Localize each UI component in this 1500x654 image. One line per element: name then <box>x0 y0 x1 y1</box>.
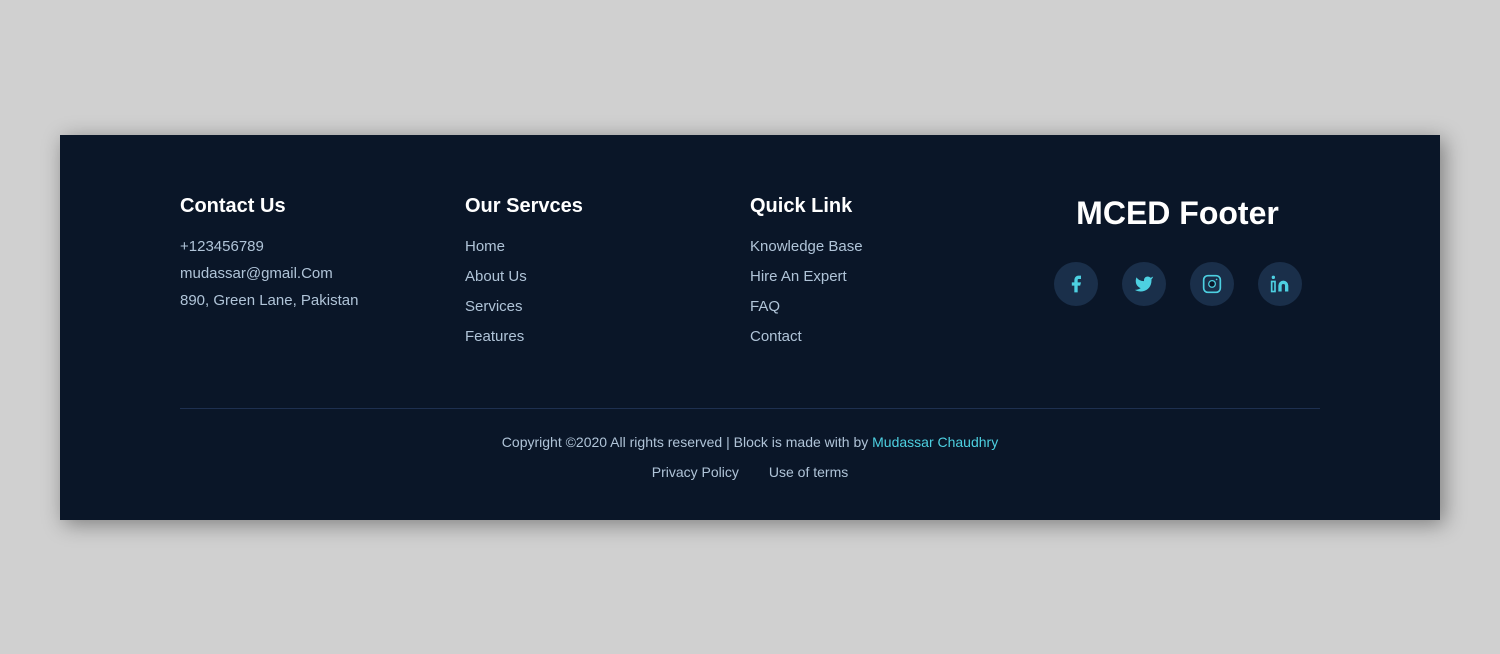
quicklink-hire-expert[interactable]: Hire An Expert <box>750 268 847 285</box>
list-item: Home <box>465 238 750 256</box>
use-of-terms-link[interactable]: Use of terms <box>769 464 848 480</box>
list-item: About Us <box>465 268 750 286</box>
social-icons-group <box>1054 262 1302 306</box>
copyright-text: Copyright ©2020 All rights reserved | Bl… <box>180 434 1320 450</box>
services-heading: Our Servces <box>465 195 750 218</box>
services-list: Home About Us Services Features <box>465 238 750 346</box>
instagram-icon[interactable] <box>1190 262 1234 306</box>
privacy-policy-link[interactable]: Privacy Policy <box>652 464 739 480</box>
quicklink-contact[interactable]: Contact <box>750 328 802 345</box>
brand-title: MCED Footer <box>1076 195 1279 232</box>
footer-bottom-section: Copyright ©2020 All rights reserved | Bl… <box>180 408 1320 480</box>
contact-email: mudassar@gmail.Com <box>180 265 465 282</box>
services-link-services[interactable]: Services <box>465 298 523 315</box>
brand-column: MCED Footer <box>1035 195 1320 306</box>
contact-phone: +123456789 <box>180 238 465 255</box>
facebook-icon[interactable] <box>1054 262 1098 306</box>
footer-top-section: Contact Us +123456789 mudassar@gmail.Com… <box>180 195 1320 358</box>
author-link[interactable]: Mudassar Chaudhry <box>872 434 998 450</box>
footer-wrapper: Contact Us +123456789 mudassar@gmail.Com… <box>60 135 1440 520</box>
services-link-home[interactable]: Home <box>465 238 505 255</box>
quicklink-list: Knowledge Base Hire An Expert FAQ Contac… <box>750 238 1035 346</box>
list-item: Knowledge Base <box>750 238 1035 256</box>
contact-heading: Contact Us <box>180 195 465 218</box>
contact-address: 890, Green Lane, Pakistan <box>180 292 465 309</box>
quicklink-heading: Quick Link <box>750 195 1035 218</box>
list-item: Features <box>465 328 750 346</box>
list-item: Services <box>465 298 750 316</box>
services-column: Our Servces Home About Us Services Featu… <box>465 195 750 358</box>
twitter-icon[interactable] <box>1122 262 1166 306</box>
quicklink-knowledge-base[interactable]: Knowledge Base <box>750 238 863 255</box>
footer-links-group: Privacy Policy Use of terms <box>180 464 1320 480</box>
list-item: Contact <box>750 328 1035 346</box>
linkedin-icon[interactable] <box>1258 262 1302 306</box>
quicklink-faq[interactable]: FAQ <box>750 298 780 315</box>
quicklink-column: Quick Link Knowledge Base Hire An Expert… <box>750 195 1035 358</box>
list-item: Hire An Expert <box>750 268 1035 286</box>
services-link-about[interactable]: About Us <box>465 268 527 285</box>
services-link-features[interactable]: Features <box>465 328 524 345</box>
list-item: FAQ <box>750 298 1035 316</box>
contact-column: Contact Us +123456789 mudassar@gmail.Com… <box>180 195 465 319</box>
